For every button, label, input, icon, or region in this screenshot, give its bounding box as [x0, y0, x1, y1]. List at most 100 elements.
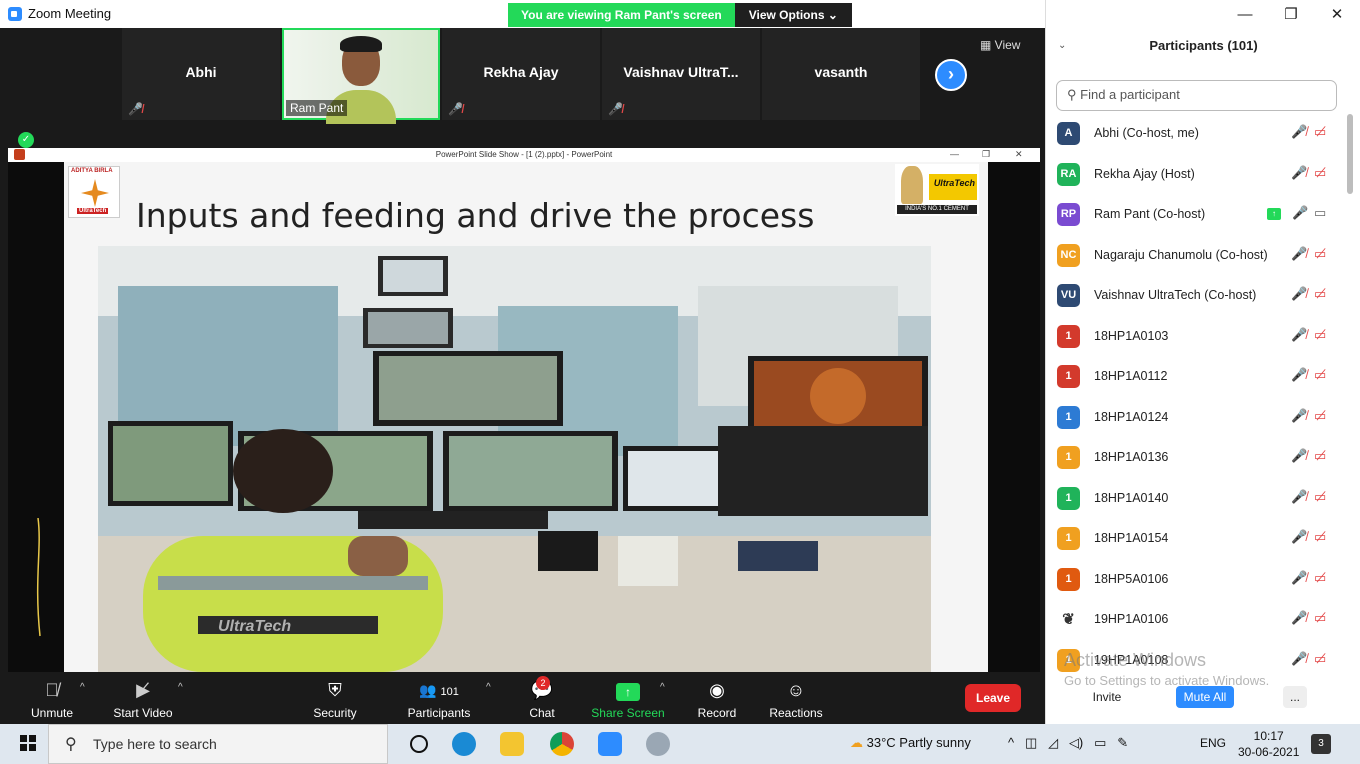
video-off-icon[interactable]: ▭̸	[1314, 610, 1326, 626]
logo-tagline: INDIA'S NO.1 CEMENT	[897, 205, 977, 214]
video-off-icon[interactable]: ▭̸	[1314, 367, 1326, 383]
chevron-up-icon[interactable]: ^	[80, 682, 85, 693]
minimize-icon[interactable]: —	[1222, 0, 1268, 30]
mic-muted-icon[interactable]: 🎤̸	[1291, 529, 1307, 545]
tile-name: Abhi	[185, 64, 217, 80]
close-icon[interactable]: ✕	[1314, 0, 1360, 30]
view-label: View	[994, 38, 1021, 52]
start-video-button[interactable]: ▶̸ Start Video	[110, 678, 176, 720]
chevron-up-icon[interactable]: ^	[660, 682, 665, 693]
mic-muted-icon[interactable]: 🎤̸	[1291, 448, 1307, 464]
participant-row[interactable]: RP Ram Pant (Co-host) ↑ 🎤 ▭	[1046, 195, 1346, 236]
clock[interactable]: 10:17 30-06-2021	[1238, 728, 1299, 760]
participants-button[interactable]: 👥 101 Participants	[404, 678, 474, 720]
meet-now-icon[interactable]: ◫	[1025, 735, 1037, 750]
battery-icon[interactable]: ▭	[1094, 735, 1106, 750]
network-icon[interactable]: ◿	[1048, 735, 1058, 750]
video-off-icon[interactable]: ▭̸	[1314, 651, 1326, 667]
record-button[interactable]: ◉ Record	[694, 678, 740, 720]
panel-actions: Invite Mute All ...	[1046, 686, 1360, 710]
chevron-up-icon[interactable]: ^	[1008, 735, 1014, 750]
participant-row[interactable]: ❦ 19HP1A0106 🎤̸ ▭̸	[1046, 600, 1346, 641]
reactions-button[interactable]: ☺ Reactions	[766, 678, 826, 720]
paint-icon[interactable]	[646, 732, 670, 756]
participant-row[interactable]: 1 18HP1A0112 🎤̸ ▭̸	[1046, 357, 1346, 398]
taskbar-search[interactable]: ⚲ Type here to search	[48, 724, 388, 764]
mic-muted-icon[interactable]: 🎤̸	[1291, 651, 1307, 667]
view-button[interactable]: ▦ View	[980, 38, 1020, 52]
avatar: 1	[1057, 405, 1080, 429]
zoom-logo-icon	[8, 6, 22, 21]
file-explorer-icon[interactable]	[500, 732, 524, 756]
chevron-up-icon[interactable]: ^	[178, 682, 183, 693]
security-button[interactable]: ⛨ Security	[310, 678, 360, 720]
mic-muted-icon[interactable]: 🎤̸	[1291, 124, 1307, 140]
participant-row[interactable]: 1 18HP1A0136 🎤̸ ▭̸	[1046, 438, 1346, 479]
video-off-icon[interactable]: ▭̸	[1314, 529, 1326, 545]
video-off-icon[interactable]: ▭̸	[1314, 327, 1326, 343]
video-icon[interactable]: ▭	[1314, 205, 1326, 221]
participant-row[interactable]: 1 18HP1A0103 🎤̸ ▭̸	[1046, 317, 1346, 358]
mic-muted-icon[interactable]: 🎤̸	[1291, 610, 1307, 626]
invite-button[interactable]: Invite	[1084, 686, 1130, 708]
mic-muted-icon[interactable]: 🎤̸	[1291, 367, 1307, 383]
volume-icon[interactable]: ◁)	[1069, 735, 1083, 750]
video-off-icon[interactable]: ▭̸	[1314, 165, 1326, 181]
view-options-button[interactable]: View Options ⌄	[734, 3, 852, 27]
participant-row[interactable]: 1 18HP1A0124 🎤̸ ▭̸	[1046, 398, 1346, 439]
chat-button[interactable]: 💬 2 Chat	[522, 676, 562, 720]
unmute-button[interactable]: 🎙̸ Unmute	[30, 678, 74, 720]
participant-row[interactable]: VU Vaishnav UltraTech (Co-host) 🎤̸ ▭̸	[1046, 276, 1346, 317]
video-off-icon[interactable]: ▭̸	[1314, 246, 1326, 262]
mic-muted-icon[interactable]: 🎤̸	[1291, 165, 1307, 181]
pen-icon[interactable]: ✎	[1117, 735, 1128, 750]
edge-icon[interactable]	[452, 732, 476, 756]
weather-widget[interactable]: ☁ 33°C Partly sunny	[850, 735, 971, 751]
mic-muted-icon[interactable]: 🎤̸	[1291, 246, 1307, 262]
mic-icon[interactable]: 🎤	[1292, 205, 1308, 221]
mic-muted-icon[interactable]: 🎤̸	[1291, 408, 1307, 424]
video-off-icon[interactable]: ▭̸	[1314, 448, 1326, 464]
video-off-icon[interactable]: ▭̸	[1314, 570, 1326, 586]
mic-muted-icon[interactable]: 🎤̸	[1291, 570, 1307, 586]
chrome-icon[interactable]	[550, 732, 574, 756]
participant-row[interactable]: 1 18HP5A0106 🎤̸ ▭̸	[1046, 560, 1346, 601]
grid-icon: ▦	[980, 38, 995, 52]
share-screen-button[interactable]: ↑ Share Screen	[590, 678, 666, 720]
participant-search-input[interactable]: ⚲ Find a participant	[1056, 80, 1337, 111]
participant-row[interactable]: A Abhi (Co-host, me) 🎤̸ ▭̸	[1046, 114, 1346, 155]
video-tile-vasanth[interactable]: vasanth	[762, 28, 920, 120]
notification-icon[interactable]: 3	[1311, 734, 1331, 754]
participant-row[interactable]: 1 18HP1A0154 🎤̸ ▭̸	[1046, 519, 1346, 560]
video-tile-rekha-ajay[interactable]: Rekha Ajay 🎤̸	[442, 28, 600, 120]
video-tile-abhi[interactable]: Abhi 🎤̸	[122, 28, 280, 120]
video-off-icon[interactable]: ▭̸	[1314, 286, 1326, 302]
participant-name: 18HP1A0140	[1094, 490, 1169, 505]
mic-muted-icon[interactable]: 🎤̸	[1291, 327, 1307, 343]
video-off-icon[interactable]: ▭̸	[1314, 489, 1326, 505]
video-off-icon[interactable]: ▭̸	[1314, 408, 1326, 424]
participant-row[interactable]: 1 18HP1A0140 🎤̸ ▭̸	[1046, 479, 1346, 520]
participant-list-scrollbar[interactable]	[1346, 114, 1354, 674]
participant-row[interactable]: RA Rekha Ajay (Host) 🎤̸ ▭̸	[1046, 155, 1346, 196]
video-tile-ram-pant[interactable]: Ram Pant	[282, 28, 440, 124]
leave-button[interactable]: Leave	[965, 684, 1021, 712]
video-off-icon[interactable]: ▭̸	[1314, 124, 1326, 140]
mic-muted-icon[interactable]: 🎤̸	[1291, 286, 1307, 302]
mute-all-button[interactable]: Mute All	[1176, 686, 1234, 708]
participant-name: Rekha Ajay (Host)	[1094, 166, 1195, 181]
emoji-icon: ☺	[786, 680, 806, 700]
participant-row[interactable]: NC Nagaraju Chanumolu (Co-host) 🎤̸ ▭̸	[1046, 236, 1346, 277]
next-page-button[interactable]: ›	[935, 59, 967, 91]
restore-icon[interactable]: ❐	[1268, 0, 1314, 30]
participant-name: 18HP1A0124	[1094, 409, 1169, 424]
language-indicator[interactable]: ENG	[1200, 736, 1226, 750]
chevron-up-icon[interactable]: ^	[486, 682, 491, 693]
more-button[interactable]: ...	[1283, 686, 1307, 708]
windows-start-icon[interactable]	[20, 735, 36, 751]
video-tile-vaishnav[interactable]: Vaishnav UltraT... 🎤̸	[602, 28, 760, 120]
mic-muted-icon[interactable]: 🎤̸	[1291, 489, 1307, 505]
cortana-icon[interactable]	[410, 735, 428, 753]
zoom-icon[interactable]	[598, 732, 622, 756]
scroll-thumb[interactable]	[1347, 114, 1353, 194]
